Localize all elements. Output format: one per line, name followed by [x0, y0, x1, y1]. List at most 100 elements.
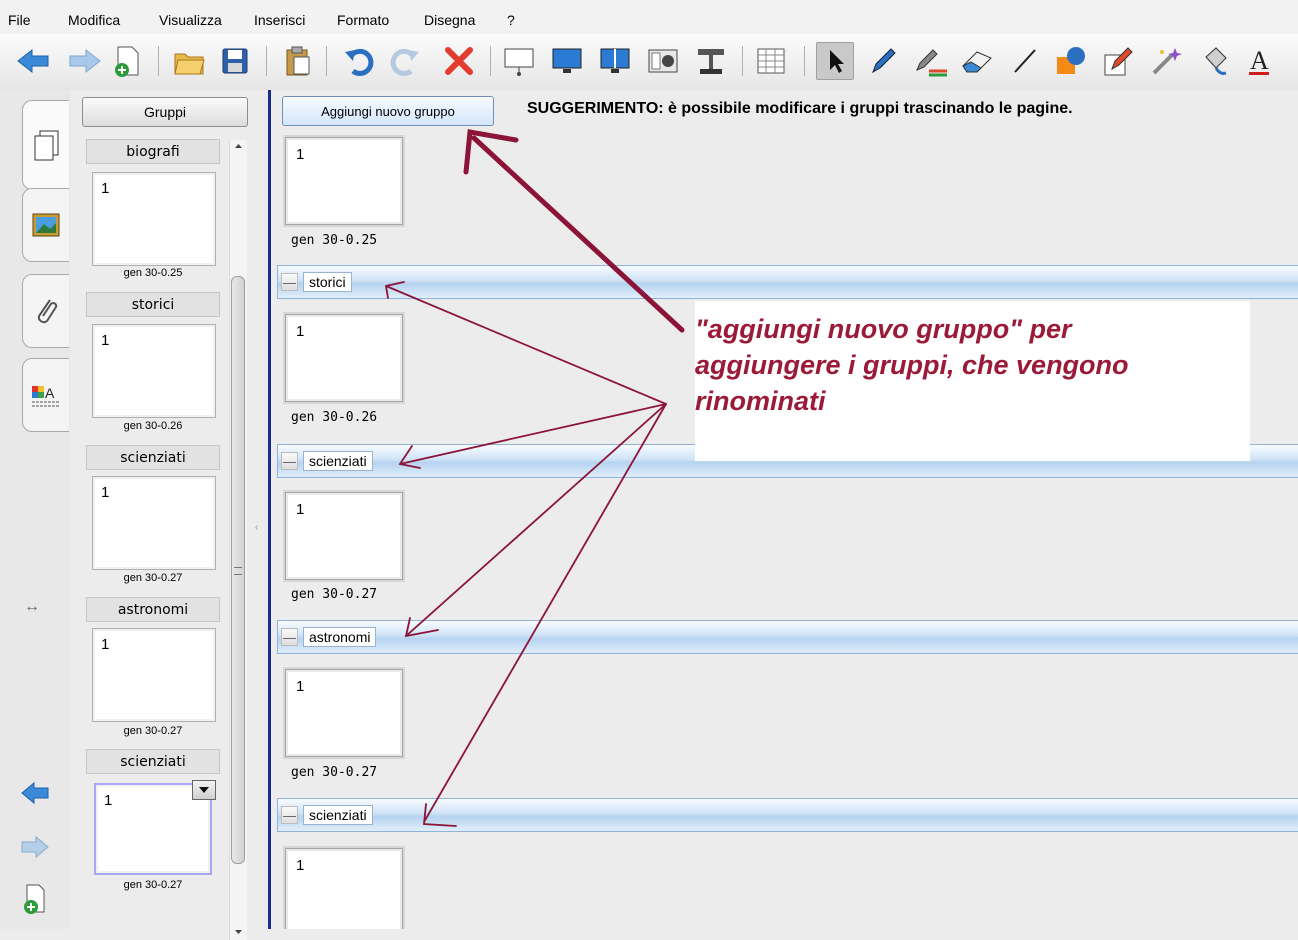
magic-wand-icon[interactable]: [1148, 42, 1186, 80]
dual-display-icon[interactable]: [596, 42, 634, 80]
sidebar-page-thumbnail[interactable]: 1: [92, 172, 216, 266]
pen-icon[interactable]: [864, 42, 902, 80]
page-caption: gen 30-0.27: [291, 765, 378, 780]
creative-pen-icon[interactable]: [912, 42, 950, 80]
magic-pen-icon[interactable]: [1100, 42, 1138, 80]
page-thumbnail[interactable]: 1: [285, 492, 403, 580]
toolbar-separator: [804, 46, 805, 76]
undo-icon[interactable]: [340, 42, 378, 80]
collapse-handle-icon[interactable]: ‹: [255, 522, 258, 533]
side-tabs: A ↔: [0, 90, 70, 929]
forward-arrow-icon[interactable]: [66, 42, 104, 80]
sidebar-page-thumbnail[interactable]: 1: [92, 324, 216, 418]
group-name-field[interactable]: scienziati: [303, 451, 373, 471]
add-page-icon[interactable]: [22, 882, 48, 921]
annotation-line: rinominati: [695, 386, 826, 416]
save-icon[interactable]: [216, 42, 254, 80]
back-arrow-icon[interactable]: [14, 42, 52, 80]
svg-text:A: A: [1250, 46, 1269, 75]
toolbar-separator: [158, 46, 159, 76]
thumbnail-caption: gen 30-0.27: [123, 725, 183, 737]
document-camera-icon[interactable]: [692, 42, 730, 80]
capture-icon[interactable]: [644, 42, 682, 80]
next-page-icon[interactable]: [20, 834, 50, 865]
sidebar-group-header[interactable]: astronomi: [86, 597, 220, 622]
toolbar-separator: [742, 46, 743, 76]
menu-file[interactable]: File: [8, 12, 31, 28]
add-new-group-button[interactable]: Aggiungi nuovo gruppo: [282, 96, 494, 126]
page-number: 1: [101, 636, 110, 653]
group-bar[interactable]: — storici: [277, 265, 1298, 299]
menu-help[interactable]: ?: [507, 12, 515, 28]
collapse-minus-icon[interactable]: —: [281, 273, 298, 291]
sidebar-group-header[interactable]: storici: [86, 292, 220, 317]
page-thumbnail[interactable]: 1: [285, 669, 403, 757]
screen-shade-icon[interactable]: [500, 42, 538, 80]
group-bar[interactable]: — astronomi: [277, 620, 1298, 654]
text-icon[interactable]: A: [1240, 42, 1278, 80]
group-name-field[interactable]: astronomi: [303, 627, 377, 647]
tab-properties[interactable]: A: [22, 358, 69, 432]
scroll-up-icon[interactable]: [234, 142, 243, 150]
full-screen-icon[interactable]: [548, 42, 586, 80]
sidebar-group-header[interactable]: biografi: [86, 139, 220, 164]
page-number: 1: [101, 332, 110, 349]
menu-inserisci[interactable]: Inserisci: [254, 12, 305, 28]
page-number: 1: [101, 180, 110, 197]
tab-attachments[interactable]: [22, 274, 69, 348]
group-name-field[interactable]: storici: [303, 272, 352, 292]
thumbnail-menu-button[interactable]: [192, 780, 216, 800]
group-name-field[interactable]: scienziati: [303, 805, 373, 825]
redo-icon[interactable]: [386, 42, 424, 80]
annotation-line: aggiungere i gruppi, che vengono: [695, 350, 1129, 380]
page-caption: gen 30-0.26: [291, 410, 378, 425]
scrollbar-thumb[interactable]: [231, 276, 245, 864]
page-caption: gen 30-0.27: [291, 587, 378, 602]
delete-icon[interactable]: [440, 42, 478, 80]
fill-icon[interactable]: [1196, 42, 1234, 80]
sidebar-group-header[interactable]: scienziati: [86, 749, 220, 774]
grip-icon: [234, 567, 242, 575]
page-caption: gen 30-0.25: [291, 233, 378, 248]
page-thumbnail[interactable]: 1: [285, 848, 403, 929]
resize-arrows-icon[interactable]: ↔: [24, 598, 40, 616]
sidebar-group-header[interactable]: scienziati: [86, 445, 220, 470]
table-icon[interactable]: [752, 42, 790, 80]
select-icon[interactable]: [816, 42, 854, 80]
annotation-text: "aggiungi nuovo gruppo" per aggiungere i…: [695, 311, 1250, 419]
line-icon[interactable]: [1006, 42, 1044, 80]
menu-modifica[interactable]: Modifica: [68, 12, 120, 28]
scroll-down-icon[interactable]: [234, 928, 243, 936]
page-number: 1: [296, 501, 305, 518]
menu-bar: File Modifica Visualizza Inserisci Forma…: [0, 0, 1298, 34]
paperclip-icon: [37, 299, 58, 324]
eraser-icon[interactable]: [958, 42, 996, 80]
dropdown-arrow-icon: [199, 787, 209, 793]
shapes-icon[interactable]: [1052, 42, 1090, 80]
page-number: 1: [101, 484, 110, 501]
prev-page-icon[interactable]: [20, 780, 50, 811]
menu-formato[interactable]: Formato: [337, 12, 389, 28]
collapse-minus-icon[interactable]: —: [281, 628, 298, 646]
sidebar-scrollbar[interactable]: [229, 140, 247, 940]
sidebar-page-thumbnail[interactable]: 1: [92, 628, 216, 722]
open-folder-icon[interactable]: [170, 42, 208, 80]
annotation-line: "aggiungi nuovo gruppo" per: [695, 314, 1072, 344]
paste-icon[interactable]: [278, 42, 316, 80]
collapse-minus-icon[interactable]: —: [281, 806, 298, 824]
menu-visualizza[interactable]: Visualizza: [159, 12, 222, 28]
new-page-icon[interactable]: [108, 42, 146, 80]
page-thumbnail[interactable]: 1: [285, 314, 403, 402]
toolbar-separator: [490, 46, 491, 76]
page-thumbnail[interactable]: 1: [285, 137, 403, 225]
collapse-minus-icon[interactable]: —: [281, 452, 298, 470]
sidebar-page-thumbnail[interactable]: 1: [92, 476, 216, 570]
groups-button[interactable]: Gruppi: [82, 97, 248, 127]
group-view: Aggiungi nuovo gruppo SUGGERIMENTO: è po…: [271, 90, 1298, 929]
menu-disegna[interactable]: Disegna: [424, 12, 475, 28]
toolbar-separator: [266, 46, 267, 76]
tab-gallery[interactable]: [22, 188, 69, 262]
group-bar[interactable]: — scienziati: [277, 798, 1298, 832]
page-number: 1: [104, 792, 113, 809]
tab-page-sorter[interactable]: [22, 100, 69, 190]
